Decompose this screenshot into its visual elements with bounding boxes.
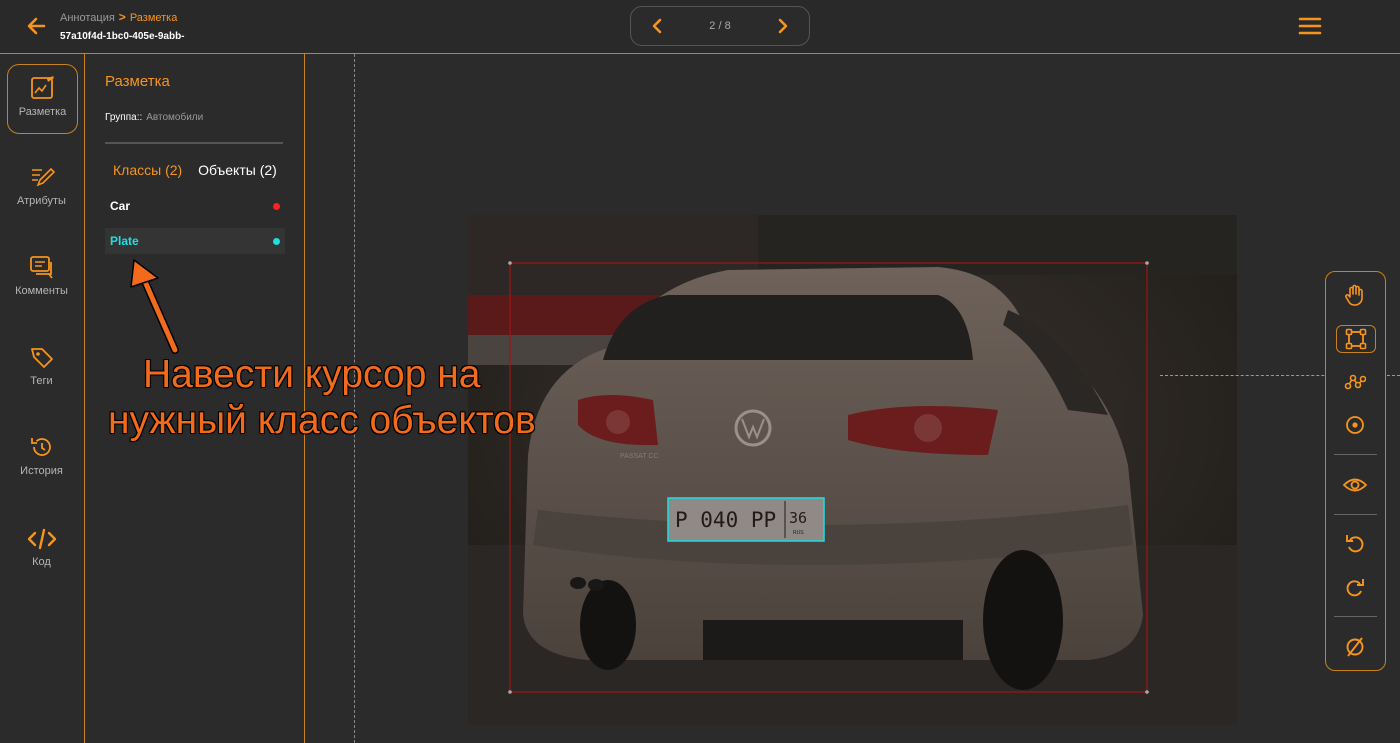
class-color-dot — [273, 238, 280, 245]
plate-country-text: RUS — [793, 530, 804, 536]
redo-icon — [1346, 579, 1364, 597]
tool-divider — [1334, 514, 1377, 515]
visibility-toggle[interactable] — [1336, 472, 1374, 498]
edit-chart-icon — [30, 76, 54, 99]
nav-item-label: История — [20, 465, 63, 477]
left-navigation: Разметка Атрибуты Комменты Теги История … — [0, 54, 85, 743]
panel-title: Разметка — [105, 73, 170, 90]
group-value: Автомобили — [146, 112, 204, 123]
annotated-image[interactable]: PASSAT CC P 040 PP 36 RUS — [468, 215, 1237, 725]
back-arrow-icon[interactable] — [24, 14, 48, 38]
polyline-tool[interactable] — [1336, 368, 1374, 394]
instruction-caption: Навести курсор на нужный класс объектов — [108, 352, 608, 444]
plate-number-text: P 040 PP — [675, 508, 776, 532]
breadcrumb-separator-icon: > — [118, 10, 126, 24]
undo-icon — [1346, 535, 1364, 553]
comments-icon — [29, 256, 53, 279]
code-icon — [27, 528, 56, 550]
instruction-line-1: Навести курсор на — [143, 353, 481, 396]
car-model-badge: PASSAT CC — [620, 453, 659, 460]
panel-divider — [105, 142, 283, 144]
breadcrumb: Аннотация > Разметка — [60, 10, 177, 24]
breadcrumb-current: Разметка — [129, 12, 178, 24]
plate-region-text: 36 — [789, 509, 807, 527]
class-color-dot — [273, 203, 280, 210]
clear-button[interactable] — [1336, 634, 1374, 660]
polyline-icon — [1344, 374, 1366, 390]
tool-divider — [1334, 616, 1377, 617]
group-info: Группа:: Автомобили — [105, 112, 203, 123]
class-item-plate[interactable]: Plate — [105, 228, 285, 254]
nav-item-label: Разметка — [18, 106, 67, 118]
tool-divider — [1334, 454, 1377, 455]
tab-classes[interactable]: Классы (2) — [113, 162, 182, 178]
nav-item-code[interactable]: Код — [7, 517, 76, 585]
pen-lines-icon — [31, 167, 55, 187]
class-item-car[interactable]: Car — [105, 193, 285, 219]
nav-item-comments[interactable]: Комменты — [7, 244, 76, 312]
undo-button[interactable] — [1336, 530, 1374, 556]
next-image-button[interactable] — [775, 17, 791, 35]
nav-item-label: Теги — [30, 375, 53, 387]
empty-set-icon — [1346, 637, 1364, 657]
instruction-line-2: нужный класс объектов — [108, 399, 536, 442]
nav-item-markup[interactable]: Разметка — [7, 64, 78, 134]
hamburger-menu-icon[interactable] — [1298, 16, 1322, 36]
group-label: Группа:: — [105, 112, 143, 123]
image-pager: 2 / 8 — [630, 6, 810, 46]
tag-icon — [30, 348, 53, 368]
eye-icon — [1342, 478, 1368, 492]
class-name: Plate — [110, 234, 139, 248]
nav-item-attributes[interactable]: Атрибуты — [7, 154, 76, 222]
point-tool[interactable] — [1336, 412, 1374, 438]
nav-item-label: Код — [32, 556, 51, 568]
pan-hand-tool[interactable] — [1336, 282, 1374, 308]
point-icon — [1346, 416, 1364, 434]
tool-panel — [1325, 271, 1386, 671]
nav-item-label: Атрибуты — [17, 195, 66, 207]
panel-tabs: Классы (2) Объекты (2) — [113, 162, 277, 178]
nav-item-label: Комменты — [15, 285, 68, 297]
document-id: 57a10f4d-1bc0-405e-9abb- — [60, 31, 185, 42]
hand-icon — [1345, 284, 1363, 306]
breadcrumb-parent[interactable]: Аннотация — [60, 12, 115, 24]
bounding-box-tool[interactable] — [1336, 325, 1376, 353]
nav-item-history[interactable]: История — [7, 424, 76, 492]
history-icon — [30, 438, 51, 456]
top-bar: Аннотация > Разметка 57a10f4d-1bc0-405e-9a… — [0, 0, 1400, 54]
bbox-icon — [1345, 328, 1367, 350]
class-name: Car — [110, 199, 131, 213]
instruction-arrow-icon — [130, 259, 179, 354]
redo-button[interactable] — [1336, 574, 1374, 600]
nav-item-tags[interactable]: Теги — [7, 334, 76, 402]
tab-objects[interactable]: Объекты (2) — [198, 162, 277, 178]
